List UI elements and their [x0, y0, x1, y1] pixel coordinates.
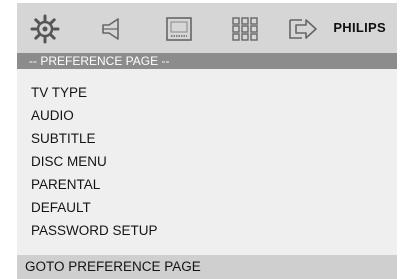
toolbar: PHILIPS [17, 3, 397, 53]
menu-item-subtitle[interactable]: SUBTITLE [31, 129, 96, 149]
gear-icon[interactable] [25, 13, 65, 45]
status-bar: GOTO PREFERENCE PAGE [17, 255, 397, 279]
brand-logo: PHILIPS [333, 20, 386, 35]
speaker-icon[interactable] [93, 13, 133, 45]
preference-menu: TV TYPE AUDIO SUBTITLE DISC MENU PARENTA… [17, 69, 397, 255]
subtitle-screen-icon[interactable] [159, 13, 199, 45]
menu-item-audio[interactable]: AUDIO [31, 106, 74, 126]
exit-arrow-icon[interactable] [283, 13, 323, 45]
grid-icon[interactable] [225, 13, 265, 45]
menu-item-tv-type[interactable]: TV TYPE [31, 83, 87, 103]
menu-item-password-setup[interactable]: PASSWORD SETUP [31, 221, 158, 241]
menu-item-parental[interactable]: PARENTAL [31, 175, 100, 195]
menu-item-default[interactable]: DEFAULT [31, 198, 91, 218]
menu-item-disc-menu[interactable]: DISC MENU [31, 152, 107, 172]
page-title: -- PREFERENCE PAGE -- [17, 53, 397, 69]
setup-screen: PHILIPS -- PREFERENCE PAGE -- TV TYPE AU… [17, 3, 397, 279]
